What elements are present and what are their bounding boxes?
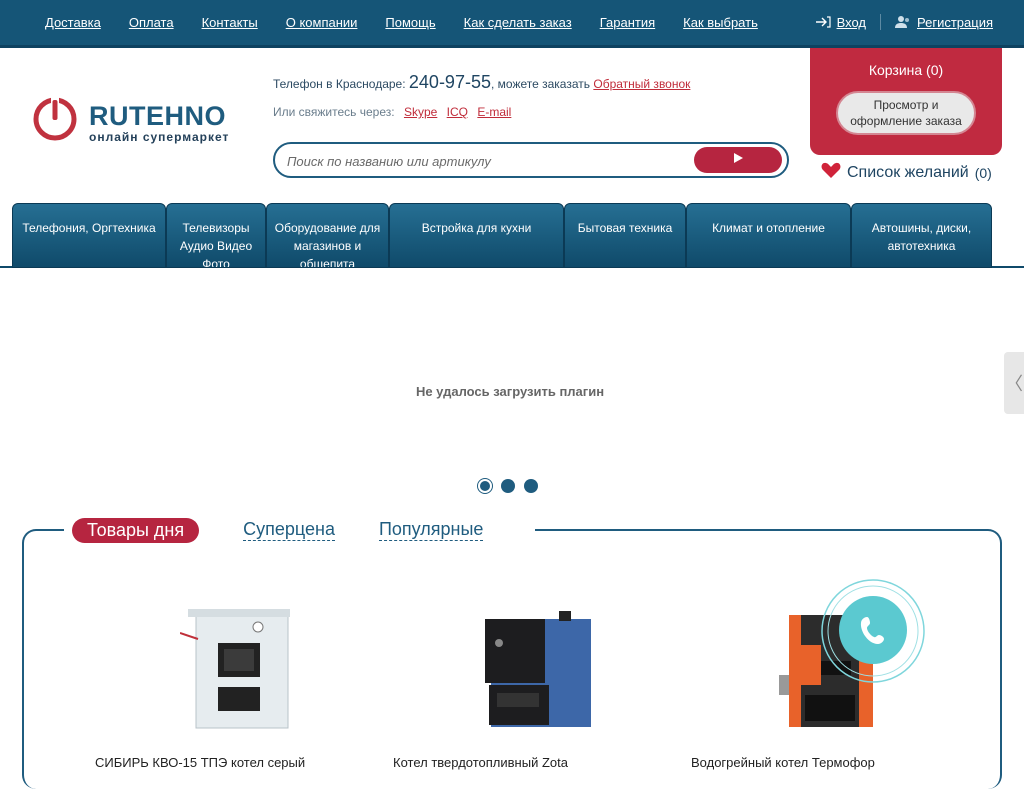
slider-dot-1[interactable] <box>478 479 492 493</box>
phone-number: 240-97-55 <box>408 72 491 92</box>
category-auto[interactable]: Автошины, диски, автотехника <box>851 203 992 268</box>
nav-link-how-to-choose[interactable]: Как выбрать <box>683 15 758 30</box>
search-input[interactable] <box>287 151 687 171</box>
play-arrow-icon <box>732 151 744 169</box>
login-link[interactable]: Вход <box>837 15 866 30</box>
register-link[interactable]: Регистрация <box>917 15 993 30</box>
product-card[interactable]: Котел твердотопливный Zota <box>393 600 673 770</box>
phone-icon <box>858 614 888 651</box>
checkout-button[interactable]: Просмотр и оформление заказа <box>836 91 976 135</box>
slider-dot-2[interactable] <box>501 479 515 493</box>
cart-panel: Корзина (0) Просмотр и оформление заказа <box>810 48 1002 155</box>
heart-icon <box>821 162 841 184</box>
skype-link[interactable]: Skype <box>404 105 437 119</box>
logo-name: RUTEHNO <box>89 101 226 131</box>
logo-tagline: онлайн супермаркет <box>89 130 230 144</box>
auth-divider <box>880 14 881 30</box>
login-icon <box>815 16 831 28</box>
nav-link-delivery[interactable]: Доставка <box>45 15 101 30</box>
power-logo-icon <box>33 97 77 141</box>
top-nav: Доставка Оплата Контакты О компании Помо… <box>45 15 786 30</box>
contact-channels: Или свяжитесь через: Skype ICQ E-mail <box>273 105 511 119</box>
tab-super-price[interactable]: Суперцена <box>243 519 335 541</box>
email-link[interactable]: E-mail <box>477 105 511 119</box>
nav-link-about[interactable]: О компании <box>286 15 358 30</box>
nav-link-contacts[interactable]: Контакты <box>202 15 258 30</box>
plugin-error-message: Не удалось загрузить плагин <box>415 384 605 399</box>
wishlist-label: Список желаний <box>847 164 969 181</box>
cart-title[interactable]: Корзина (0) <box>810 62 1002 78</box>
phone-label: Телефон в Краснодаре: <box>273 77 406 91</box>
contact-label: Или свяжитесь через: <box>273 105 395 119</box>
category-appliances[interactable]: Бытовая техника <box>564 203 686 268</box>
callback-link[interactable]: Обратный звонок <box>593 77 690 91</box>
tab-popular[interactable]: Популярные <box>378 519 484 541</box>
slider-dots <box>478 479 538 493</box>
search-button[interactable] <box>694 147 782 173</box>
category-nav: Телефония, Оргтехника Телевизоры Аудио В… <box>12 203 992 268</box>
wishlist-count: (0) <box>974 165 992 181</box>
user-icon <box>895 15 911 29</box>
nav-link-help[interactable]: Помощь <box>385 15 435 30</box>
slider-dot-3[interactable] <box>524 479 538 493</box>
order-text: , можете заказать <box>490 77 591 91</box>
icq-link[interactable]: ICQ <box>447 105 468 119</box>
site-logo[interactable]: RUTEHNO онлайн супермаркет <box>33 97 243 145</box>
callback-widget[interactable] <box>820 578 926 684</box>
nav-link-payment[interactable]: Оплата <box>129 15 174 30</box>
category-store-equipment[interactable]: Оборудование для магазинов и общепита <box>266 203 389 268</box>
category-tv-audio[interactable]: Телевизоры Аудио Видео Фото <box>166 203 266 268</box>
nav-link-warranty[interactable]: Гарантия <box>600 15 655 30</box>
auth-links: Вход Регистрация <box>815 14 993 30</box>
product-tabs: Товары дня Суперцена Популярные <box>64 515 536 545</box>
category-telephony[interactable]: Телефония, Оргтехника <box>12 203 166 268</box>
phone-info: Телефон в Краснодаре: 240-97-55, можете … <box>273 72 690 93</box>
category-climate[interactable]: Климат и отопление <box>686 203 851 268</box>
category-kitchen-builtin[interactable]: Встройка для кухни <box>389 203 564 268</box>
product-image[interactable] <box>393 600 673 730</box>
tab-deals-of-day[interactable]: Товары дня <box>72 517 200 543</box>
wishlist-link[interactable]: Список желаний (0) <box>821 162 992 184</box>
product-image[interactable] <box>95 600 375 730</box>
search-box <box>273 142 789 178</box>
top-bar: Доставка Оплата Контакты О компании Помо… <box>0 0 1024 48</box>
product-card[interactable]: СИБИРЬ КВО-15 ТПЭ котел серый <box>95 600 375 770</box>
nav-link-how-to-order[interactable]: Как сделать заказ <box>464 15 572 30</box>
side-panel-arrow[interactable]: 〈 <box>1004 352 1024 414</box>
